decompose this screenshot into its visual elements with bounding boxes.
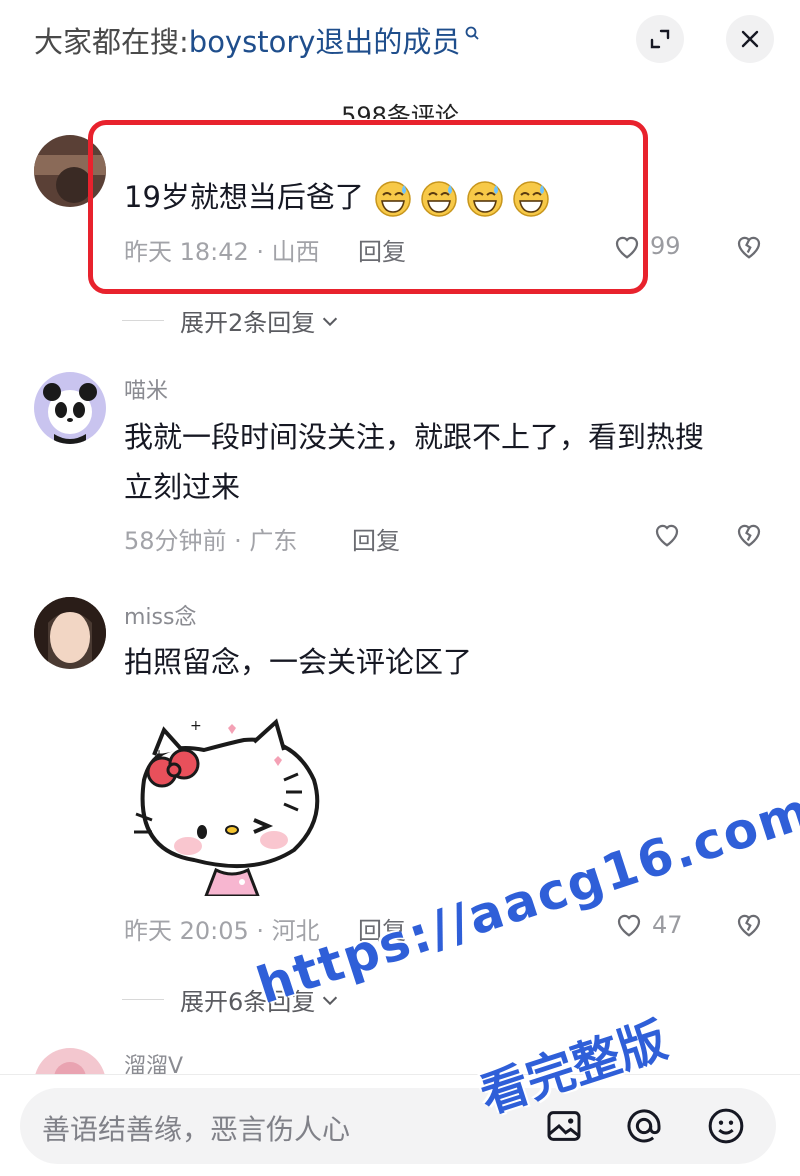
mention-button[interactable] xyxy=(624,1106,664,1150)
comment-text: 拍照留念，一会关评论区了 xyxy=(124,645,473,679)
watermark-url: https://aacg16.com xyxy=(250,781,800,1016)
dislike-button[interactable] xyxy=(734,909,764,943)
image-icon xyxy=(547,1111,581,1141)
like-count: 47 xyxy=(652,911,683,939)
search-prefix: 大家都在搜: xyxy=(34,25,189,59)
avatar[interactable] xyxy=(34,597,106,669)
close-icon xyxy=(741,30,759,48)
search-suggestion[interactable]: 大家都在搜: boystory退出的成员 xyxy=(34,18,480,62)
comment-input-placeholder: 善语结善缘，恶言伤人心 xyxy=(42,1113,351,1146)
expand-replies-button[interactable]: 展开2条回复 xyxy=(122,303,341,338)
emoji-button[interactable] xyxy=(706,1106,746,1150)
comment-meta: 58分钟前 · 广东 xyxy=(124,527,298,555)
comment-text: 我就一段时间没关注，就跟不上了，看到热搜 立刻过来 xyxy=(124,412,704,512)
broken-heart-icon xyxy=(737,524,761,547)
like-button[interactable] xyxy=(652,519,682,553)
search-icon xyxy=(466,26,480,40)
dislike-button[interactable] xyxy=(734,519,764,553)
like-button[interactable] xyxy=(614,909,644,943)
svg-text:+: + xyxy=(154,747,164,761)
like-count: 99 xyxy=(650,232,681,260)
expand-replies-label: 展开2条回复 xyxy=(180,309,316,337)
highlight-box xyxy=(88,120,648,294)
expand-icon xyxy=(650,29,670,49)
dislike-button[interactable] xyxy=(734,231,764,265)
svg-text:+: + xyxy=(190,718,202,734)
smile-icon xyxy=(708,1108,744,1144)
at-icon xyxy=(627,1109,661,1143)
expand-button[interactable] xyxy=(636,15,684,63)
reply-button[interactable]: 回复 xyxy=(352,521,400,556)
divider xyxy=(122,999,164,1000)
sticker-image: + + xyxy=(124,700,330,898)
username[interactable]: miss念 xyxy=(124,599,196,631)
close-button[interactable] xyxy=(726,15,774,63)
comment-meta: 昨天 20:05 · 河北 xyxy=(124,917,320,945)
username[interactable]: 喵米 xyxy=(124,373,168,405)
search-term-link[interactable]: boystory退出的成员 xyxy=(189,19,461,61)
broken-heart-icon xyxy=(737,236,761,259)
comment-text-line: 我就一段时间没关注，就跟不上了，看到热搜 xyxy=(124,420,705,454)
heart-icon xyxy=(617,914,641,937)
heart-icon xyxy=(655,524,679,547)
comment-text-line: 立刻过来 xyxy=(124,470,241,504)
image-button[interactable] xyxy=(544,1106,584,1150)
divider xyxy=(122,320,164,321)
avatar[interactable] xyxy=(34,372,106,444)
broken-heart-icon xyxy=(737,914,761,937)
hello-kitty-sticker: + + xyxy=(134,718,320,898)
chevron-down-icon xyxy=(323,317,338,326)
